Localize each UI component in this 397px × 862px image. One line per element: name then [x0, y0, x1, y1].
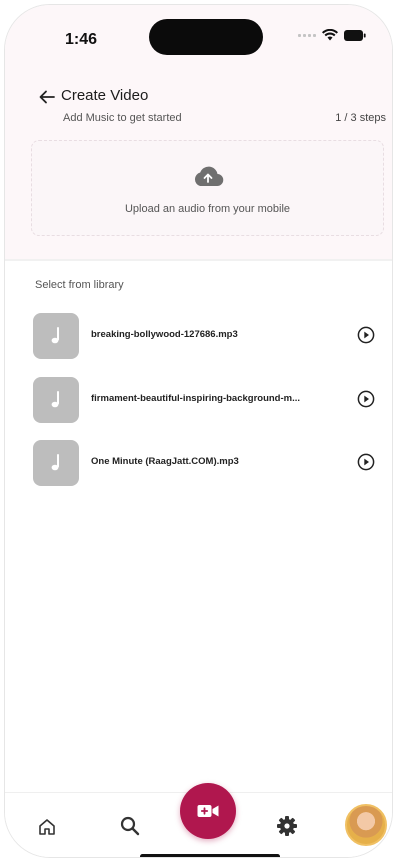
cellular-signal-icon — [298, 33, 316, 37]
dynamic-island — [149, 19, 263, 55]
track-item[interactable]: One Minute (RaagJatt.COM).mp3 — [33, 438, 383, 488]
track-item[interactable]: breaking-bollywood-127686.mp3 — [33, 311, 383, 361]
play-circle-icon[interactable] — [357, 390, 375, 408]
avatar[interactable] — [345, 804, 387, 846]
track-name: firmament-beautiful-inspiring-background… — [91, 393, 301, 404]
page-subtitle: Add Music to get started — [63, 112, 182, 124]
wifi-icon — [322, 29, 338, 41]
play-circle-icon[interactable] — [357, 453, 375, 471]
music-note-icon — [51, 454, 59, 471]
library-label: Select from library — [35, 279, 124, 291]
step-indicator: 1 / 3 steps — [335, 112, 386, 124]
create-video-button[interactable] — [180, 783, 236, 839]
upload-audio-area[interactable]: Upload an audio from your mobile — [31, 140, 384, 236]
status-icons — [298, 29, 366, 41]
music-note-icon — [51, 391, 59, 408]
back-arrow-icon[interactable] — [37, 87, 57, 107]
home-icon[interactable] — [37, 817, 57, 837]
track-item[interactable]: firmament-beautiful-inspiring-background… — [33, 375, 383, 425]
track-name: One Minute (RaagJatt.COM).mp3 — [91, 456, 239, 467]
page-title: Create Video — [61, 87, 149, 104]
video-camera-icon — [197, 805, 219, 817]
section-divider — [5, 259, 392, 261]
play-circle-icon[interactable] — [357, 326, 375, 344]
upload-instruction: Upload an audio from your mobile — [124, 203, 291, 215]
home-indicator — [140, 854, 280, 857]
track-name: breaking-bollywood-127686.mp3 — [91, 329, 238, 340]
search-icon[interactable] — [119, 815, 141, 837]
battery-icon — [344, 29, 366, 41]
track-thumbnail — [33, 440, 79, 486]
track-thumbnail — [33, 377, 79, 423]
gear-icon[interactable] — [276, 815, 298, 837]
music-note-icon — [51, 327, 59, 344]
phone-frame: 1:46 Create Video Add Music to get start… — [4, 4, 393, 858]
track-thumbnail — [33, 313, 79, 359]
cloud-upload-icon — [194, 166, 224, 187]
status-time: 1:46 — [65, 31, 98, 48]
